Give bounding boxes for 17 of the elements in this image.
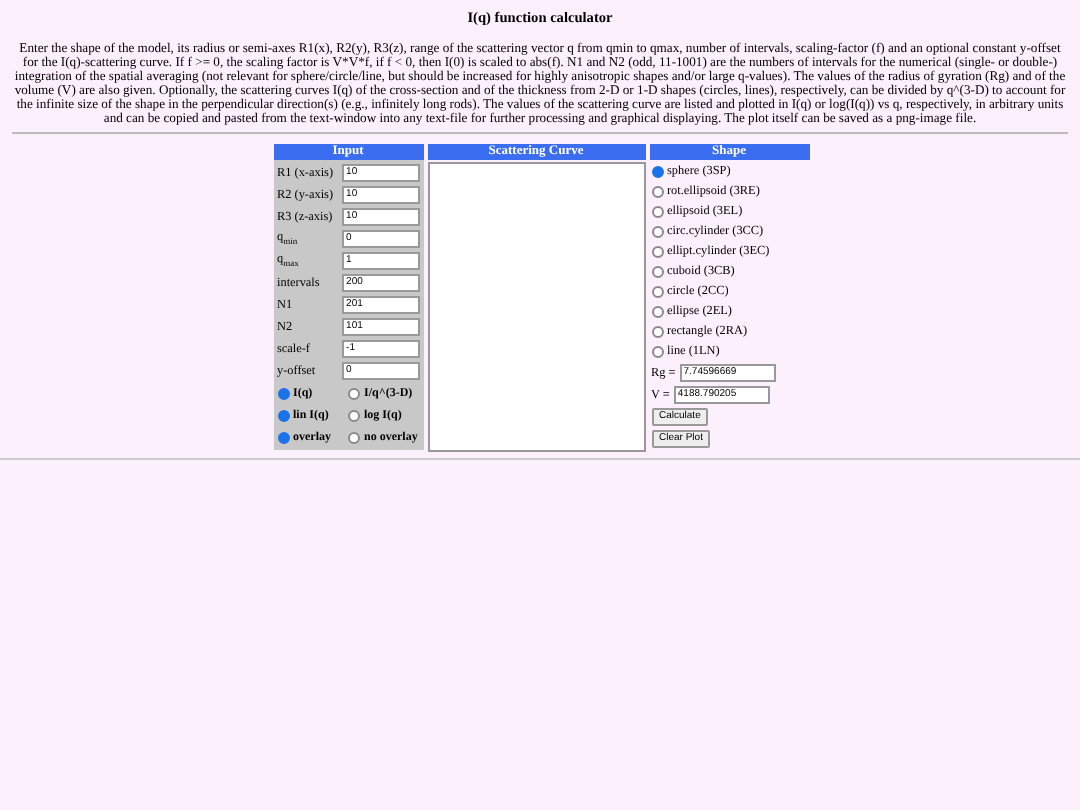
radio-button[interactable] (651, 285, 663, 298)
radio-button[interactable] (651, 225, 663, 238)
radio-button[interactable] (651, 165, 663, 178)
radio-button[interactable] (651, 345, 663, 358)
radio-button[interactable] (651, 265, 663, 278)
radio-button[interactable] (651, 245, 663, 258)
radio-button[interactable] (651, 205, 663, 218)
radio-button[interactable] (651, 325, 663, 338)
radio-button[interactable] (651, 305, 663, 318)
radio-button[interactable] (348, 431, 360, 444)
radio-button[interactable] (277, 431, 289, 444)
radio-button[interactable] (348, 409, 360, 422)
radio-button[interactable] (277, 409, 289, 422)
output-textarea[interactable] (427, 161, 645, 452)
radio-button[interactable] (651, 185, 663, 198)
radio-button[interactable] (348, 387, 360, 400)
radio-button[interactable] (277, 387, 289, 400)
